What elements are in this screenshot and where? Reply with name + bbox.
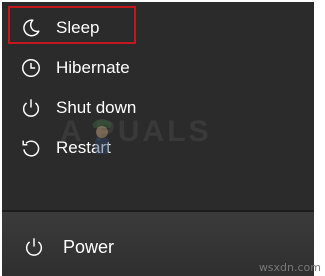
menu-item-label: Hibernate xyxy=(56,58,130,77)
clock-icon xyxy=(19,56,43,80)
menu-item-label: Shut down xyxy=(56,98,137,117)
power-icon xyxy=(19,96,43,120)
power-button-label: Power xyxy=(63,237,115,257)
site-credit: wsxdn.com xyxy=(258,261,321,274)
power-menu-screenshot: Sleep Hibernate Shut down Restart A PUAL… xyxy=(0,0,325,276)
power-options-menu: Sleep Hibernate Shut down Restart A PUAL… xyxy=(2,2,314,210)
restart-icon xyxy=(19,136,43,160)
menu-item-sleep[interactable]: Sleep xyxy=(2,8,314,48)
power-icon xyxy=(22,235,46,259)
moon-icon xyxy=(19,16,43,40)
menu-item-shut-down[interactable]: Shut down xyxy=(2,88,314,128)
menu-item-label: Restart xyxy=(56,138,111,157)
menu-item-hibernate[interactable]: Hibernate xyxy=(2,48,314,88)
menu-item-restart[interactable]: Restart xyxy=(2,128,314,168)
menu-item-label: Sleep xyxy=(56,18,100,37)
